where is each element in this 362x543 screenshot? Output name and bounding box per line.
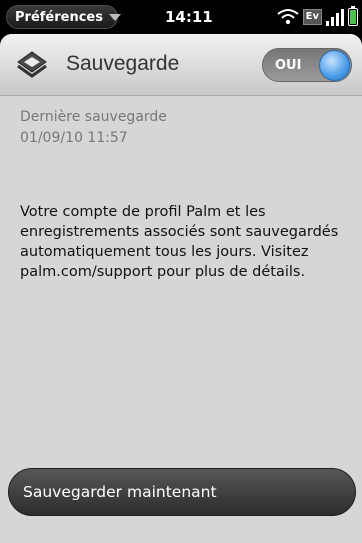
backup-toggle[interactable]: OUI [262,48,352,82]
backup-app-icon [17,51,47,78]
network-type-badge: Ev [302,9,322,25]
battery-fill [350,10,356,24]
signal-icon [326,8,344,26]
backup-now-button[interactable]: Sauvegarder maintenant [8,468,356,516]
last-backup-date: 01/09/10 11:57 [20,130,128,146]
header: Sauvegarde OUI [0,34,362,96]
status-bar: Préférences 14:11 Ev [0,0,362,34]
wifi-icon [277,9,299,25]
chevron-down-icon [108,13,121,21]
last-backup-label: Dernière sauvegarde [20,109,167,125]
app-menu[interactable]: Préférences [6,5,121,29]
toggle-label: OUI [275,58,302,73]
page-title: Sauvegarde [66,52,180,75]
backup-description: Votre compte de profil Palm et les enreg… [20,204,339,280]
status-icons[interactable]: Ev [277,6,358,28]
battery-icon [348,6,358,26]
backup-card: Sauvegarde OUI Dernière sauvegarde 01/09… [0,34,362,543]
clock: 14:11 [165,8,213,26]
toggle-knob[interactable] [319,50,350,81]
app-menu-label: Préférences [15,9,103,25]
